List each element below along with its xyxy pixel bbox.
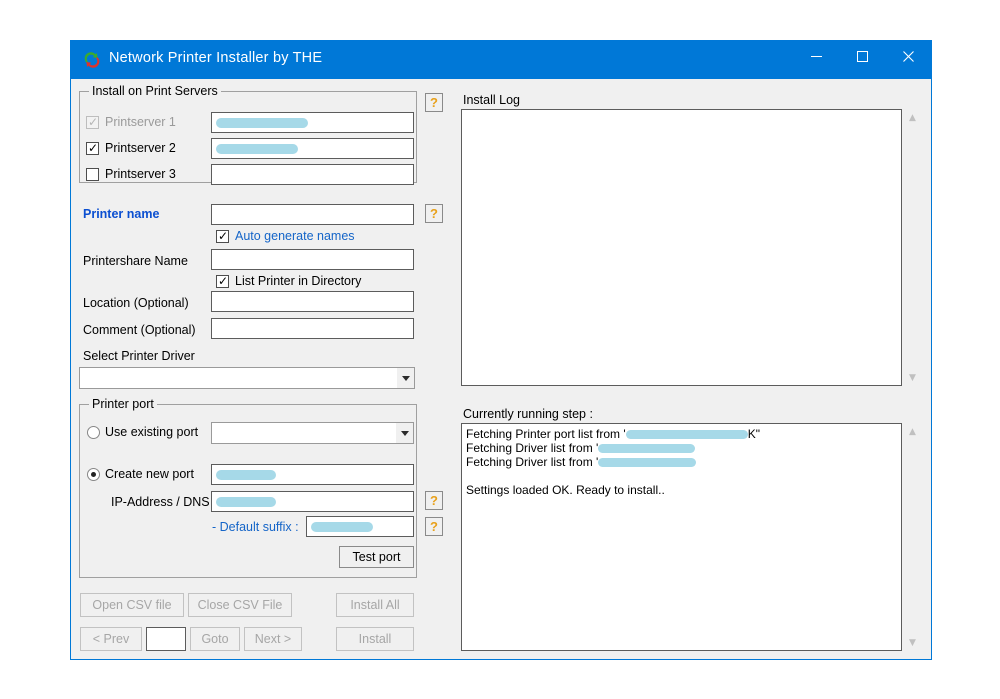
create-new-port-label: Create new port bbox=[105, 467, 194, 481]
scroll-up-icon[interactable]: ▲ bbox=[904, 109, 921, 126]
log-line-suffix: K" bbox=[747, 427, 760, 441]
printserver-3-input[interactable] bbox=[211, 164, 414, 185]
log-line: Fetching Driver list from ' bbox=[466, 455, 697, 469]
check-icon: ✓ bbox=[218, 229, 229, 243]
existing-port-combobox[interactable] bbox=[211, 422, 414, 444]
maximize-button[interactable] bbox=[839, 41, 885, 71]
ip-address-dns-input[interactable] bbox=[211, 491, 414, 512]
create-new-port-input[interactable] bbox=[211, 464, 414, 485]
printer-driver-combobox[interactable] bbox=[79, 367, 415, 389]
redacted-value bbox=[216, 470, 276, 480]
scroll-down-icon[interactable]: ▼ bbox=[904, 634, 921, 651]
printer-name-input[interactable] bbox=[211, 204, 414, 225]
test-port-button[interactable]: Test port bbox=[339, 546, 414, 568]
prev-button[interactable]: < Prev bbox=[80, 627, 142, 651]
location-label: Location (Optional) bbox=[83, 296, 189, 310]
default-suffix-input[interactable] bbox=[306, 516, 414, 537]
group-title-printer-port: Printer port bbox=[89, 397, 157, 411]
log-line-prefix: Fetching Driver list from ' bbox=[466, 455, 599, 469]
printer-name-label: Printer name bbox=[83, 207, 160, 221]
install-log-box[interactable] bbox=[461, 109, 902, 386]
printserver-2-label: Printserver 2 bbox=[105, 141, 176, 155]
install-log-title: Install Log bbox=[463, 93, 520, 107]
open-csv-file-button[interactable]: Open CSV file bbox=[80, 593, 184, 617]
install-log-scrollbar[interactable]: ▲ ▼ bbox=[904, 109, 921, 386]
check-icon: ✓ bbox=[88, 115, 99, 129]
use-existing-port-label: Use existing port bbox=[105, 425, 199, 439]
comment-input[interactable] bbox=[211, 318, 414, 339]
printserver-1-checkbox[interactable]: ✓ bbox=[86, 116, 99, 129]
printserver-3-checkbox[interactable] bbox=[86, 168, 99, 181]
printserver-1-label: Printserver 1 bbox=[105, 115, 176, 129]
install-button[interactable]: Install bbox=[336, 627, 414, 651]
redacted-value bbox=[216, 118, 308, 128]
redacted-value bbox=[311, 522, 373, 532]
current-step-log-box[interactable]: Fetching Printer port list from ' K" Fetc… bbox=[461, 423, 902, 651]
printershare-name-label: Printershare Name bbox=[83, 254, 188, 268]
scroll-down-icon[interactable]: ▼ bbox=[904, 369, 921, 386]
ip-address-dns-label: IP-Address / DNS bbox=[111, 495, 210, 509]
close-csv-file-button[interactable]: Close CSV File bbox=[188, 593, 292, 617]
location-input[interactable] bbox=[211, 291, 414, 312]
default-suffix-help-button[interactable]: ? bbox=[425, 517, 443, 536]
printserver-2-input[interactable] bbox=[211, 138, 414, 159]
redacted-value bbox=[216, 144, 298, 154]
log-line-prefix: Fetching Printer port list from ' bbox=[466, 427, 626, 441]
window-title: Network Printer Installer by THE bbox=[109, 50, 323, 66]
printer-name-help-button[interactable]: ? bbox=[425, 204, 443, 223]
radio-selected-dot bbox=[91, 472, 96, 477]
auto-generate-names-checkbox[interactable]: ✓ bbox=[216, 230, 229, 243]
chevron-down-icon[interactable] bbox=[396, 423, 413, 443]
printserver-1-input[interactable] bbox=[211, 112, 414, 133]
next-button[interactable]: Next > bbox=[244, 627, 302, 651]
sync-arrows-icon bbox=[83, 51, 101, 69]
print-servers-help-button[interactable]: ? bbox=[425, 93, 443, 112]
log-line-prefix: Fetching Driver list from ' bbox=[466, 441, 599, 455]
log-line: Fetching Driver list from ' bbox=[466, 441, 696, 455]
default-suffix-label: - Default suffix : bbox=[212, 520, 299, 534]
check-icon: ✓ bbox=[218, 274, 229, 288]
log-line: Settings loaded OK. Ready to install.. bbox=[466, 483, 665, 497]
chevron-down-icon[interactable] bbox=[397, 368, 414, 388]
application-window: Network Printer Installer by THE Install… bbox=[70, 40, 932, 660]
check-icon: ✓ bbox=[88, 141, 99, 155]
redacted-value bbox=[598, 458, 697, 467]
redacted-value bbox=[598, 444, 696, 453]
scroll-up-icon[interactable]: ▲ bbox=[904, 423, 921, 440]
log-line: Fetching Printer port list from ' K" bbox=[466, 427, 760, 441]
minimize-button[interactable] bbox=[793, 41, 839, 71]
comment-label: Comment (Optional) bbox=[83, 323, 196, 337]
redacted-value bbox=[216, 497, 276, 507]
current-step-scrollbar[interactable]: ▲ ▼ bbox=[904, 423, 921, 651]
title-bar: Network Printer Installer by THE bbox=[71, 41, 931, 79]
create-new-port-radio[interactable] bbox=[87, 468, 100, 481]
select-printer-driver-label: Select Printer Driver bbox=[83, 349, 195, 363]
redacted-value bbox=[625, 430, 748, 439]
use-existing-port-radio[interactable] bbox=[87, 426, 100, 439]
list-printer-in-directory-label: List Printer in Directory bbox=[235, 274, 362, 288]
ip-address-dns-help-button[interactable]: ? bbox=[425, 491, 443, 510]
close-button[interactable] bbox=[885, 41, 931, 71]
group-title-print-servers: Install on Print Servers bbox=[89, 84, 221, 98]
printserver-3-label: Printserver 3 bbox=[105, 167, 176, 181]
install-all-button[interactable]: Install All bbox=[336, 593, 414, 617]
auto-generate-names-label: Auto generate names bbox=[235, 229, 355, 243]
list-printer-in-directory-checkbox[interactable]: ✓ bbox=[216, 275, 229, 288]
printershare-name-input[interactable] bbox=[211, 249, 414, 270]
goto-button[interactable]: Goto bbox=[190, 627, 240, 651]
printserver-2-checkbox[interactable]: ✓ bbox=[86, 142, 99, 155]
current-step-title: Currently running step : bbox=[463, 407, 593, 421]
goto-page-input[interactable] bbox=[146, 627, 186, 651]
